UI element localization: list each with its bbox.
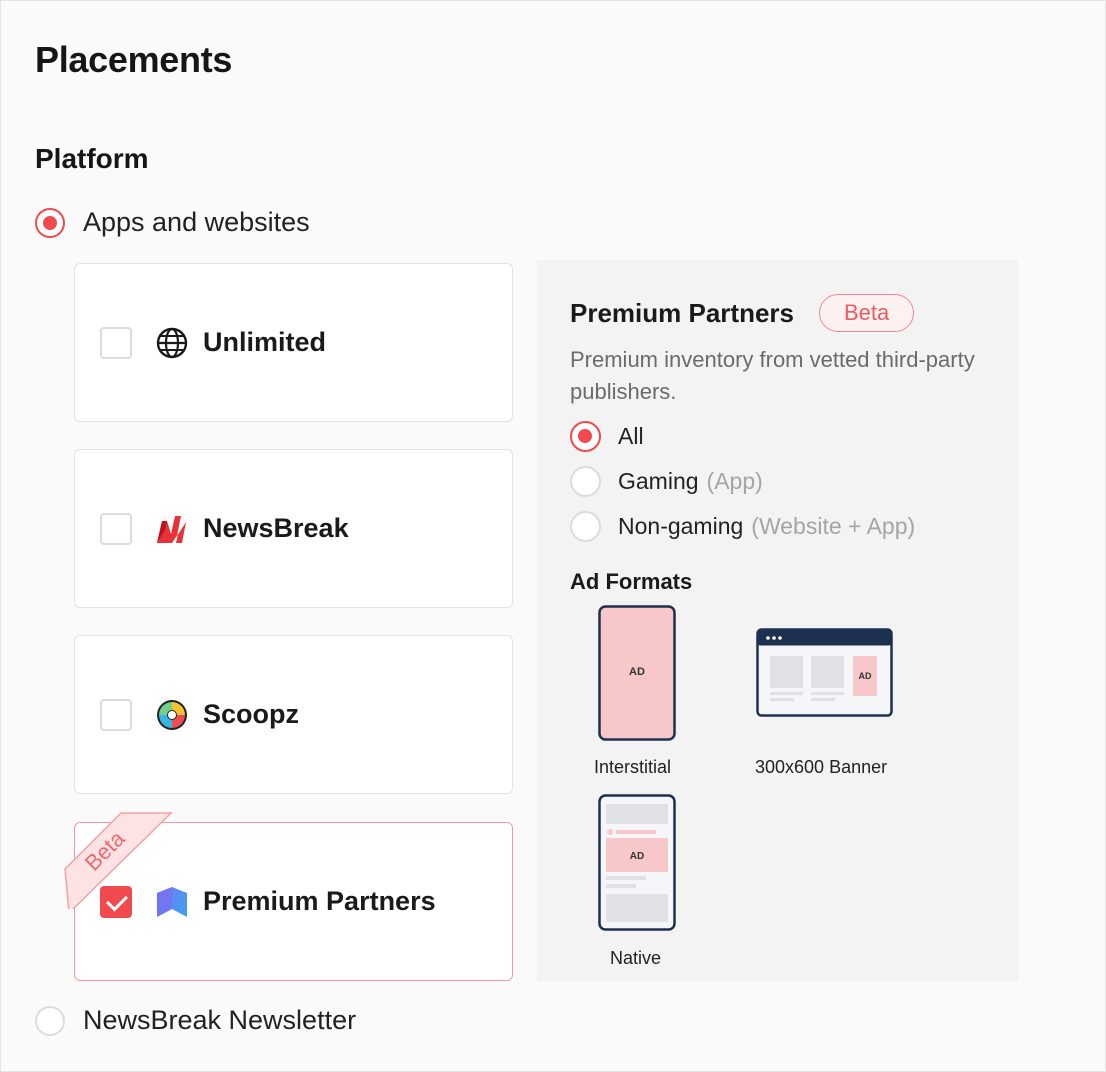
ad-placeholder-label: AD [629,666,645,678]
placement-card-premium-partners[interactable]: Premium Partners [74,822,513,981]
banner-format-thumbnail: AD [756,628,893,717]
placement-card-newsbreak[interactable]: NewsBreak [74,449,513,608]
platform-option-apps-and-websites[interactable]: Apps and websites [35,207,310,238]
format-caption-interstitial: Interstitial [594,757,672,777]
panel-header: Premium Partners Beta [570,294,915,332]
radio-newsbreak-newsletter[interactable] [35,1005,65,1036]
ad-formats-title: Ad Formats [570,569,693,594]
card-label-unlimited: Unlimited [203,327,327,357]
checkbox-newsbreak[interactable] [100,512,132,545]
platform-option-newsletter[interactable]: NewsBreak Newsletter [35,1005,356,1036]
newsbreak-logo-icon [155,512,189,546]
format-caption-banner: 300x600 Banner [755,757,888,777]
card-label-premium-partners: Premium Partners [203,886,436,916]
placement-card-unlimited[interactable]: Unlimited [74,263,513,422]
inventory-option-non-gaming[interactable]: Non-gaming (Website + App) [570,511,915,542]
inventory-option-sublabel: (App) [706,468,763,494]
ad-placeholder-label: AD [630,851,644,862]
inventory-option-label: Non-gaming [618,513,744,539]
checkbox-unlimited[interactable] [100,326,132,359]
card-label-newsbreak: NewsBreak [203,513,349,543]
checkbox-scoopz[interactable] [100,698,132,731]
checkbox-premium-partners[interactable] [100,885,132,918]
interstitial-format-thumbnail: AD [598,605,676,741]
platform-option-label: NewsBreak Newsletter [83,1005,357,1035]
platform-section-title: Platform [35,143,149,174]
globe-icon [155,326,189,360]
format-caption-native: Native [610,948,662,968]
placements-panel: Placements Platform Apps and websites Un… [0,0,1106,1072]
card-label-scoopz: Scoopz [203,699,300,729]
inventory-option-label: Gaming [618,468,699,494]
scoopz-logo-icon [155,698,189,732]
panel-description: Premium inventory from vetted third-part… [570,347,975,404]
radio-inventory-all[interactable] [570,421,601,452]
premium-partners-info-panel: Premium Partners Beta Premium inventory … [537,260,1018,981]
placement-card-scoopz[interactable]: Scoopz [74,635,513,794]
ad-placeholder-label: AD [859,671,872,681]
inventory-option-all[interactable]: All [570,421,644,452]
native-format-thumbnail: AD [598,794,676,931]
inventory-option-label: All [618,423,644,449]
panel-title: Premium Partners [570,297,794,328]
radio-apps-and-websites[interactable] [35,207,65,238]
inventory-option-sublabel: (Website + App) [751,513,916,539]
inventory-option-gaming[interactable]: Gaming (App) [570,466,763,497]
page-title: Placements [35,39,233,80]
radio-inventory-non-gaming[interactable] [570,511,601,542]
premium-partners-logo-icon [155,885,189,919]
radio-inventory-gaming[interactable] [570,466,601,497]
platform-option-label: Apps and websites [83,207,310,237]
beta-badge: Beta [818,294,915,332]
